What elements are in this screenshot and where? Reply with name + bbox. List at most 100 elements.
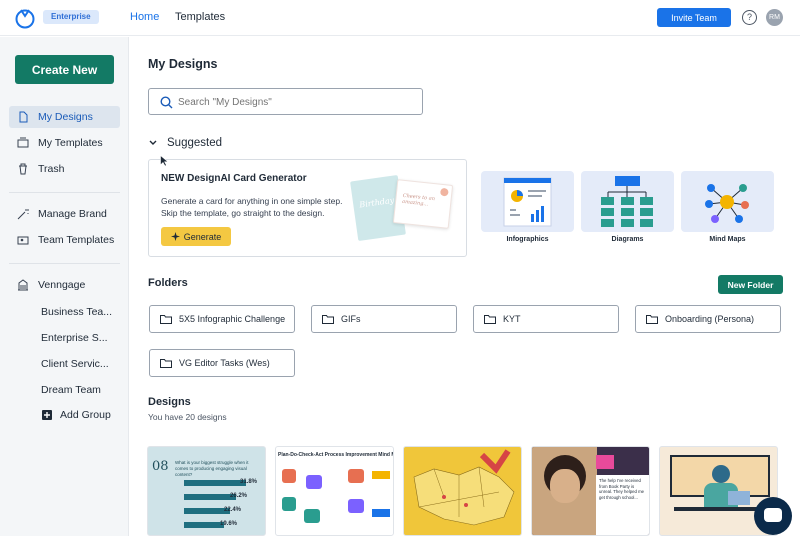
designs-heading: Designs [148, 396, 191, 408]
thumbnail-node [372, 471, 390, 479]
suggested-label: Suggested [167, 137, 222, 149]
diagram-icon [601, 176, 653, 227]
create-new-button[interactable]: Create New [15, 55, 114, 84]
generate-label: Generate [183, 231, 222, 242]
magic-wand-icon [17, 209, 29, 220]
sidebar-item-label: My Designs [38, 111, 93, 123]
search-icon [160, 96, 173, 109]
folder-label: GIFs [341, 314, 361, 324]
sidebar-item-manage-brand[interactable]: Manage Brand [9, 203, 120, 225]
folder-icon [322, 315, 334, 324]
mouse-cursor-icon [160, 155, 169, 167]
thumbnail-bar [184, 480, 246, 486]
thumbnail-bar [184, 494, 236, 500]
thumbnail-node [372, 509, 390, 517]
thumbnail-headline: What is your biggest struggle when it co… [175, 460, 249, 477]
sidebar-item-label: Manage Brand [38, 208, 107, 220]
folder-item[interactable]: 5X5 Infographic Challenge [149, 305, 295, 333]
designai-card-generator[interactable]: NEW DesignAI Card Generator Generate a c… [148, 159, 467, 257]
sidebar-item-trash[interactable]: Trash [9, 158, 120, 180]
infographics-label: Infographics [506, 236, 549, 243]
thumbnail-number: 08 [152, 459, 169, 474]
quote-mark [596, 455, 614, 469]
quote-text: The help I've received from Book Party i… [599, 478, 645, 500]
sparkle-icon [170, 232, 180, 241]
design-thumbnail[interactable]: 08 What is your biggest struggle when it… [147, 446, 266, 536]
search-input[interactable] [178, 94, 408, 110]
sidebar-group-dream-team[interactable]: Dream Team [41, 384, 101, 396]
plus-square-icon [42, 410, 52, 420]
folder-item[interactable]: VG Editor Tasks (Wes) [149, 349, 295, 377]
building-icon [18, 279, 28, 291]
sidebar-item-my-designs[interactable]: My Designs [9, 106, 120, 128]
folder-item[interactable]: Onboarding (Persona) [635, 305, 781, 333]
sidebar: Create New My Designs My Templates Trash… [0, 37, 129, 536]
card-preview-text: Cheers to an amazing... [401, 192, 436, 208]
invite-team-button[interactable]: Invite Team [657, 8, 731, 27]
help-icon[interactable]: ? [742, 10, 757, 25]
generator-description: Generate a card for anything in one simp… [161, 196, 343, 218]
thumbnail-node [282, 469, 296, 483]
mind-maps-tile[interactable] [681, 171, 774, 232]
infographics-tile[interactable] [481, 171, 574, 232]
person-head [712, 465, 730, 483]
add-group-button[interactable]: Add Group [42, 409, 111, 421]
card-preview-text: Birthday [358, 195, 395, 210]
top-bar: Enterprise Home Templates Invite Team ? … [0, 0, 800, 36]
sidebar-group-client[interactable]: Client Servic... [41, 358, 109, 370]
folder-icon [160, 315, 172, 324]
chat-icon [764, 508, 782, 522]
new-folder-button[interactable]: New Folder [718, 275, 783, 294]
folder-label: VG Editor Tasks (Wes) [179, 358, 270, 368]
sidebar-group-business[interactable]: Business Tea... [41, 306, 112, 318]
thumbnail-value: 19.6% [220, 521, 238, 527]
design-thumbnail[interactable] [403, 446, 522, 536]
folder-label: KYT [503, 314, 521, 324]
flower-decoration [439, 187, 449, 197]
folder-label: Onboarding (Persona) [665, 314, 755, 324]
venngage-logo-icon[interactable] [14, 7, 36, 29]
sidebar-item-team-templates[interactable]: Team Templates [9, 229, 120, 251]
folder-icon [484, 315, 496, 324]
designs-count: You have 20 designs [148, 412, 227, 422]
mind-map-icon [705, 184, 749, 223]
thumbnail-node [348, 469, 364, 483]
chevron-down-icon [149, 140, 157, 145]
design-thumbnail[interactable]: The help I've received from Book Party i… [531, 446, 650, 536]
nav-templates-link[interactable]: Templates [175, 11, 225, 23]
folders-heading: Folders [148, 277, 188, 289]
sidebar-item-label: Trash [38, 163, 65, 175]
folder-label: 5X5 Infographic Challenge [179, 314, 286, 324]
card-preview-image: Cheers to an amazing... [392, 179, 454, 229]
laptop [728, 491, 750, 505]
infographic-icon [503, 177, 552, 227]
generator-title: NEW DesignAI Card Generator [161, 173, 307, 184]
folder-icon [646, 315, 658, 324]
thumbnail-value: 22.4% [224, 507, 242, 513]
sidebar-item-my-templates[interactable]: My Templates [9, 132, 120, 154]
page-title: My Designs [148, 57, 218, 71]
avatar[interactable]: RM [766, 9, 783, 26]
enterprise-badge: Enterprise [43, 10, 99, 24]
folder-icon [160, 359, 172, 368]
search-box[interactable] [148, 88, 423, 115]
chat-support-button[interactable] [754, 497, 792, 535]
folder-item[interactable]: GIFs [311, 305, 457, 333]
suggested-toggle[interactable]: Suggested [148, 137, 222, 149]
diagrams-tile[interactable] [581, 171, 674, 232]
generate-button[interactable]: Generate [161, 227, 231, 246]
sidebar-item-venngage[interactable]: Venngage [9, 274, 120, 296]
template-icon [17, 137, 29, 148]
sidebar-group-enterprise[interactable]: Enterprise S... [41, 332, 108, 344]
design-thumbnail[interactable]: Plan-Do-Check-Act Process Improvement Mi… [275, 446, 394, 536]
portrait-photo [532, 447, 597, 535]
sidebar-item-label: Venngage [38, 279, 86, 291]
sidebar-divider [9, 263, 120, 264]
quote-panel: The help I've received from Book Party i… [596, 475, 649, 535]
nav-home-link[interactable]: Home [130, 11, 159, 23]
folder-item[interactable]: KYT [473, 305, 619, 333]
thumbnail-node [348, 499, 364, 513]
face-shape [550, 469, 580, 503]
trash-icon [19, 163, 27, 175]
thumbnail-bar [184, 522, 224, 528]
